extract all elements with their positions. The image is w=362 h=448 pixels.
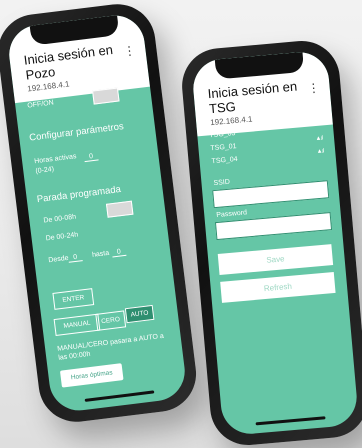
enter-button[interactable]: ENTER [52,288,95,310]
menu-icon[interactable]: ⋮ [307,81,320,96]
off-on-toggle[interactable] [92,87,120,105]
refresh-button[interactable]: Refresh [220,271,336,303]
auto-button[interactable]: AUTO [124,304,155,324]
desde-value: 0 [67,253,83,263]
wifi-signal-icon: ▲.ıl [316,148,324,156]
de00-08-label: De 00-08h [43,213,77,225]
wifi-signal-icon: ▲.ıl [315,135,323,143]
hours-label: Horas activas [33,153,77,166]
info-text: MANUAL/CERO pasara a AUTO a las 00:00h [56,332,165,362]
desde-label: Desde [48,254,69,265]
hours-value: 0 [83,152,99,163]
network-name: TSG_04 [211,155,238,166]
home-indicator [255,416,326,426]
phone-right-screen: Inicia sesión en TSG 192.168.4.1 ⋮ TSG_0… [190,49,360,437]
hours-range: (0-24) [35,165,55,176]
hours-input[interactable]: 0 [83,152,99,163]
password-label: Password [216,209,248,219]
cero-button[interactable]: CERO [95,310,126,331]
parada-toggle[interactable] [105,200,134,218]
parada-heading: Parada programada [36,183,122,206]
network-list: TSG_05 TSG_01 ▲.ıl TSG_04 ▲.ıl [209,123,324,172]
desde-input[interactable]: 0 [67,253,83,263]
config-heading: Configurar parámetros [28,121,125,144]
hasta-label: hasta [91,249,110,259]
home-indicator [84,390,155,402]
optimal-hours-button[interactable]: Horas óptimas [59,363,124,388]
menu-icon[interactable]: ⋮ [123,43,137,58]
manual-button[interactable]: MANUAL [53,313,101,336]
save-button[interactable]: Save [217,244,334,275]
hasta-value: 0 [111,247,127,258]
hasta-input[interactable]: 0 [111,247,127,258]
de00-24-label: De 00-24h [45,231,79,243]
ssid-label: SSID [213,178,231,188]
